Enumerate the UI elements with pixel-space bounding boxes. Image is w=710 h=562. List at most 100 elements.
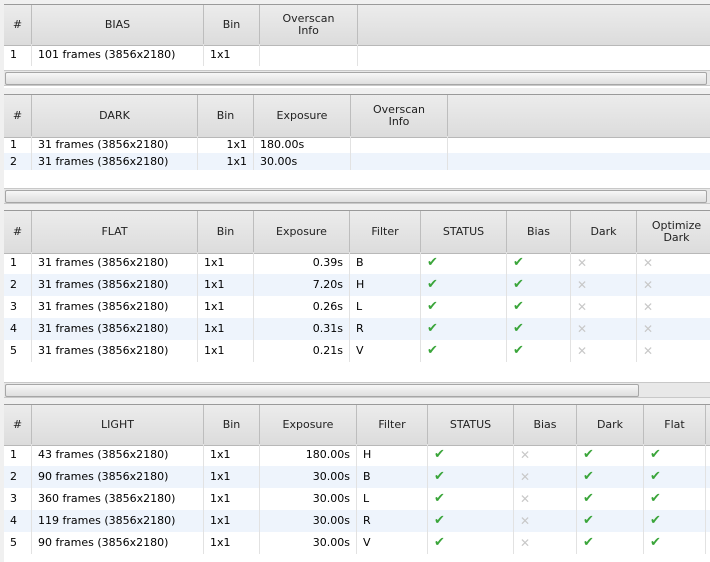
row-index: 1 (4, 252, 32, 274)
row-index: 3 (4, 488, 32, 510)
check-icon: ✔ (427, 321, 438, 336)
scroll-thumb[interactable] (5, 72, 707, 85)
bias-header: # BIAS Bin Overscan Info (4, 4, 710, 46)
row-frames: 31 frames (3856x2180) (32, 296, 198, 318)
dark-col-name[interactable]: DARK (32, 95, 198, 137)
flat-col-bin[interactable]: Bin (198, 211, 254, 253)
row-exposure: 180.00s (254, 136, 351, 153)
check-icon: ✔ (513, 255, 524, 270)
table-row[interactable]: 1 31 frames (3856x2180) 1x1 180.00s (4, 136, 710, 153)
table-row[interactable]: 5 31 frames (3856x2180) 1x1 0.21s V ✔ ✔ ✕ ✕ (4, 340, 710, 362)
row-dark: ✕ (571, 318, 637, 340)
light-col-flat[interactable]: Flat (644, 405, 706, 445)
check-icon: ✔ (513, 343, 524, 358)
light-col-dark[interactable]: Dark (577, 405, 644, 445)
bias-horizontal-scrollbar[interactable] (4, 70, 710, 86)
row-overscan (351, 136, 448, 153)
scroll-thumb[interactable] (5, 190, 707, 203)
row-frames: 31 frames (3856x2180) (32, 136, 198, 153)
x-icon: ✕ (520, 492, 531, 506)
row-bias: ✕ (514, 510, 577, 532)
row-index: 2 (4, 153, 32, 170)
light-col-status[interactable]: STATUS (428, 405, 514, 445)
dark-col-bin[interactable]: Bin (198, 95, 254, 137)
table-row[interactable]: 1 101 frames (3856x2180) 1x1 (4, 44, 710, 66)
dark-header: # DARK Bin Exposure Overscan Info (4, 94, 710, 138)
row-index: 5 (4, 532, 32, 554)
light-col-bias[interactable]: Bias (514, 405, 577, 445)
row-dark: ✕ (571, 252, 637, 274)
table-row[interactable]: 4 119 frames (3856x2180) 1x1 30.00s R ✔ ✕ ✔ ✔ (4, 510, 710, 532)
flat-col-bias[interactable]: Bias (507, 211, 571, 253)
table-row[interactable]: 5 90 frames (3856x2180) 1x1 30.00s V ✔ ✕ ✔ ✔ (4, 532, 710, 554)
row-dark: ✔ (577, 510, 644, 532)
light-col-filter[interactable]: Filter (357, 405, 428, 445)
flat-col-name[interactable]: FLAT (32, 211, 198, 253)
x-icon: ✕ (520, 536, 531, 550)
row-bias: ✔ (507, 318, 571, 340)
x-icon: ✕ (577, 322, 588, 336)
row-dark: ✔ (577, 488, 644, 510)
check-icon: ✔ (427, 299, 438, 314)
row-flat: ✔ (644, 510, 706, 532)
light-header: # LIGHT Bin Exposure Filter STATUS Bias … (4, 404, 710, 446)
light-col-exposure[interactable]: Exposure (260, 405, 357, 445)
row-filter: V (350, 340, 421, 362)
flat-col-dark[interactable]: Dark (571, 211, 637, 253)
row-exposure: 0.21s (254, 340, 350, 362)
dark-col-index[interactable]: # (4, 95, 32, 137)
row-exposure: 30.00s (260, 532, 357, 554)
row-optimize-dark: ✕ (637, 296, 710, 318)
x-icon: ✕ (643, 256, 654, 270)
flat-col-index[interactable]: # (4, 211, 32, 253)
row-filter: B (350, 252, 421, 274)
row-status: ✔ (428, 532, 514, 554)
check-icon: ✔ (434, 469, 445, 484)
flat-col-exposure[interactable]: Exposure (254, 211, 350, 253)
row-frames: 31 frames (3856x2180) (32, 318, 198, 340)
table-row[interactable]: 1 31 frames (3856x2180) 1x1 0.39s B ✔ ✔ ✕ ✕ (4, 252, 710, 274)
bias-col-bin[interactable]: Bin (204, 5, 260, 45)
flat-horizontal-scrollbar[interactable] (4, 382, 710, 398)
row-dark: ✕ (571, 296, 637, 318)
light-col-name[interactable]: LIGHT (32, 405, 204, 445)
table-row[interactable]: 1 43 frames (3856x2180) 1x1 180.00s H ✔ ✕ ✔ ✔ (4, 444, 710, 466)
row-status: ✔ (421, 252, 507, 274)
row-status: ✔ (428, 466, 514, 488)
row-frames: 90 frames (3856x2180) (32, 532, 204, 554)
x-icon: ✕ (643, 300, 654, 314)
dark-col-overscan[interactable]: Overscan Info (351, 95, 448, 137)
table-row[interactable]: 3 360 frames (3856x2180) 1x1 30.00s L ✔ ✕ ✔ ✔ (4, 488, 710, 510)
row-status: ✔ (428, 510, 514, 532)
light-col-index[interactable]: # (4, 405, 32, 445)
row-bias: ✔ (507, 340, 571, 362)
table-row[interactable]: 2 90 frames (3856x2180) 1x1 30.00s B ✔ ✕ ✔ ✔ (4, 466, 710, 488)
row-bin: 1x1 (204, 488, 260, 510)
bias-col-index[interactable]: # (4, 5, 32, 45)
row-dark: ✔ (577, 444, 644, 466)
dark-horizontal-scrollbar[interactable] (4, 188, 710, 204)
row-bias: ✕ (514, 488, 577, 510)
flat-col-optimize-dark[interactable]: Optimize Dark (637, 211, 710, 253)
flat-col-filter[interactable]: Filter (350, 211, 421, 253)
row-frames: 43 frames (3856x2180) (32, 444, 204, 466)
scroll-thumb[interactable] (5, 384, 639, 397)
bias-col-overscan[interactable]: Overscan Info (260, 5, 358, 45)
row-overscan (351, 153, 448, 170)
row-frames: 90 frames (3856x2180) (32, 466, 204, 488)
check-icon: ✔ (427, 343, 438, 358)
row-exposure: 180.00s (260, 444, 357, 466)
flat-col-status[interactable]: STATUS (421, 211, 507, 253)
row-dark: ✕ (571, 274, 637, 296)
light-col-bin[interactable]: Bin (204, 405, 260, 445)
table-row[interactable]: 2 31 frames (3856x2180) 1x1 30.00s (4, 153, 710, 170)
row-status: ✔ (428, 488, 514, 510)
row-frames: 360 frames (3856x2180) (32, 488, 204, 510)
table-row[interactable]: 4 31 frames (3856x2180) 1x1 0.31s R ✔ ✔ ✕ ✕ (4, 318, 710, 340)
row-bin: 1x1 (198, 318, 254, 340)
row-dark: ✕ (571, 340, 637, 362)
table-row[interactable]: 3 31 frames (3856x2180) 1x1 0.26s L ✔ ✔ ✕ ✕ (4, 296, 710, 318)
dark-col-exposure[interactable]: Exposure (254, 95, 351, 137)
table-row[interactable]: 2 31 frames (3856x2180) 1x1 7.20s H ✔ ✔ ✕ ✕ (4, 274, 710, 296)
bias-col-name[interactable]: BIAS (32, 5, 204, 45)
